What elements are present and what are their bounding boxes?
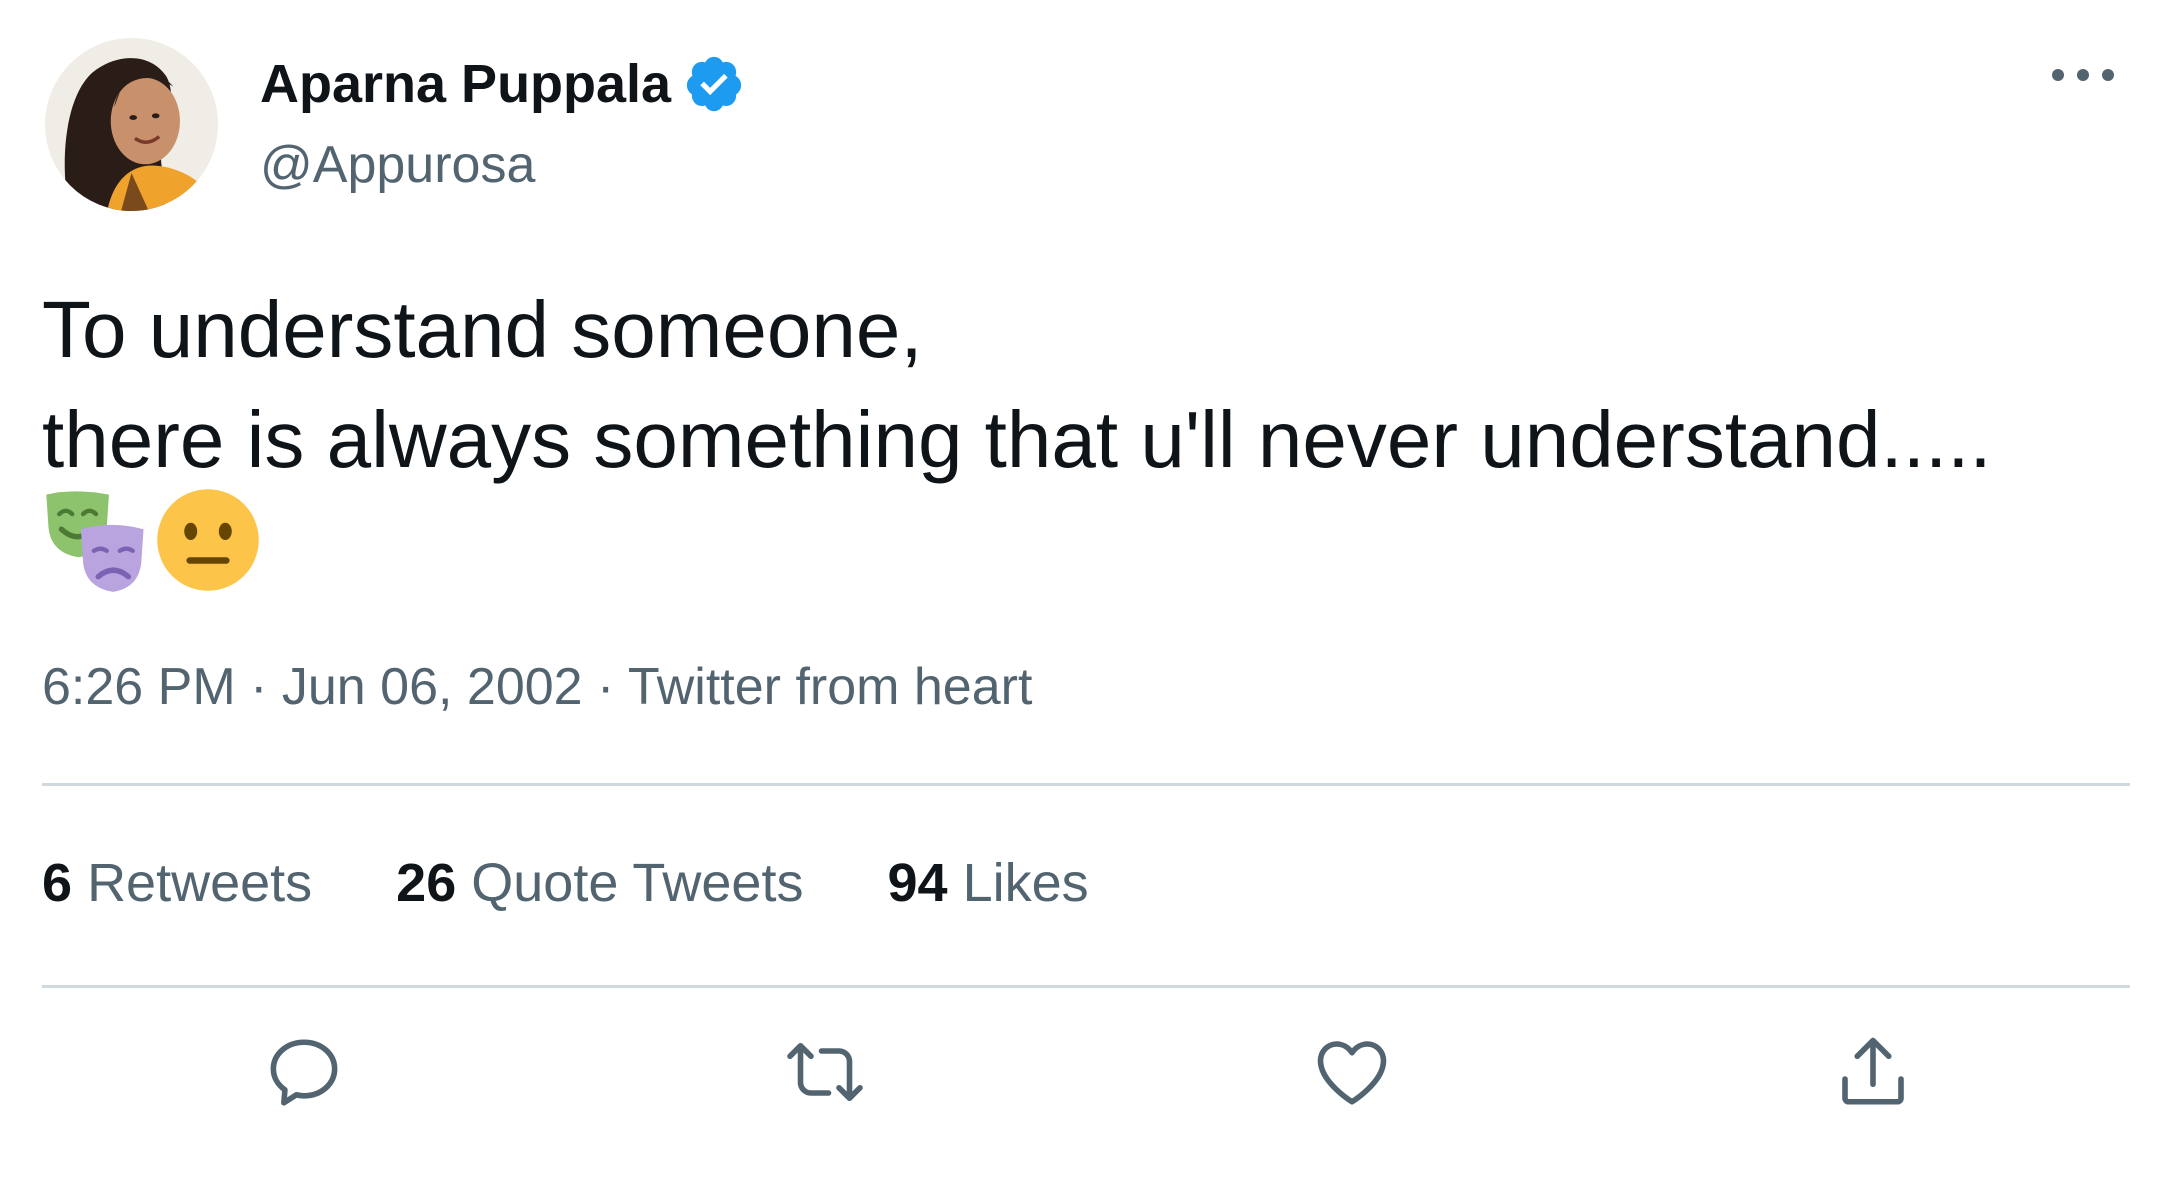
tweet-line: To understand someone, (42, 285, 923, 374)
meta-separator: · (582, 658, 628, 716)
divider (42, 783, 2130, 786)
likes-stat[interactable]: 94 Likes (887, 850, 1088, 916)
user-handle[interactable]: @Appurosa (260, 135, 535, 195)
tweet-stats: 6 Retweets 26 Quote Tweets 94 Likes (42, 850, 1173, 916)
retweets-stat[interactable]: 6 Retweets (42, 850, 312, 916)
retweets-label: Retweets (87, 853, 313, 913)
like-icon[interactable] (1310, 1030, 1394, 1114)
retweet-icon[interactable] (783, 1030, 867, 1114)
likes-count: 94 (887, 853, 948, 913)
share-icon[interactable] (1831, 1030, 1915, 1114)
tweet-actions (0, 1030, 2160, 1130)
likes-label: Likes (962, 853, 1089, 913)
avatar[interactable] (45, 38, 218, 211)
neutral-face-icon (157, 489, 259, 591)
tweet-time[interactable]: 6:26 PM (42, 658, 236, 716)
quote-tweets-count: 26 (396, 853, 457, 913)
quote-tweets-label: Quote Tweets (471, 853, 804, 913)
divider (42, 985, 2130, 988)
performing-arts-icon (46, 491, 144, 592)
tweet-date[interactable]: Jun 06, 2002 (282, 658, 583, 716)
display-name[interactable]: Aparna Puppala (260, 52, 745, 116)
display-name-text: Aparna Puppala (260, 54, 672, 114)
quote-tweets-stat[interactable]: 26 Quote Tweets (396, 850, 803, 916)
more-options-icon[interactable] (2048, 50, 2118, 100)
tweet-text: To understand someone, there is always s… (42, 275, 1992, 495)
verified-badge-icon (683, 53, 745, 115)
tweet-emojis (42, 485, 266, 595)
tweet-line: there is always something that u'll neve… (42, 395, 1992, 484)
meta-separator: · (235, 658, 282, 716)
avatar-photo (45, 38, 218, 211)
reply-icon[interactable] (262, 1030, 346, 1114)
tweet-source[interactable]: Twitter from heart (628, 658, 1033, 716)
retweets-count: 6 (42, 853, 73, 913)
tweet-meta: 6:26 PM · Jun 06, 2002 · Twitter from he… (42, 655, 1032, 719)
